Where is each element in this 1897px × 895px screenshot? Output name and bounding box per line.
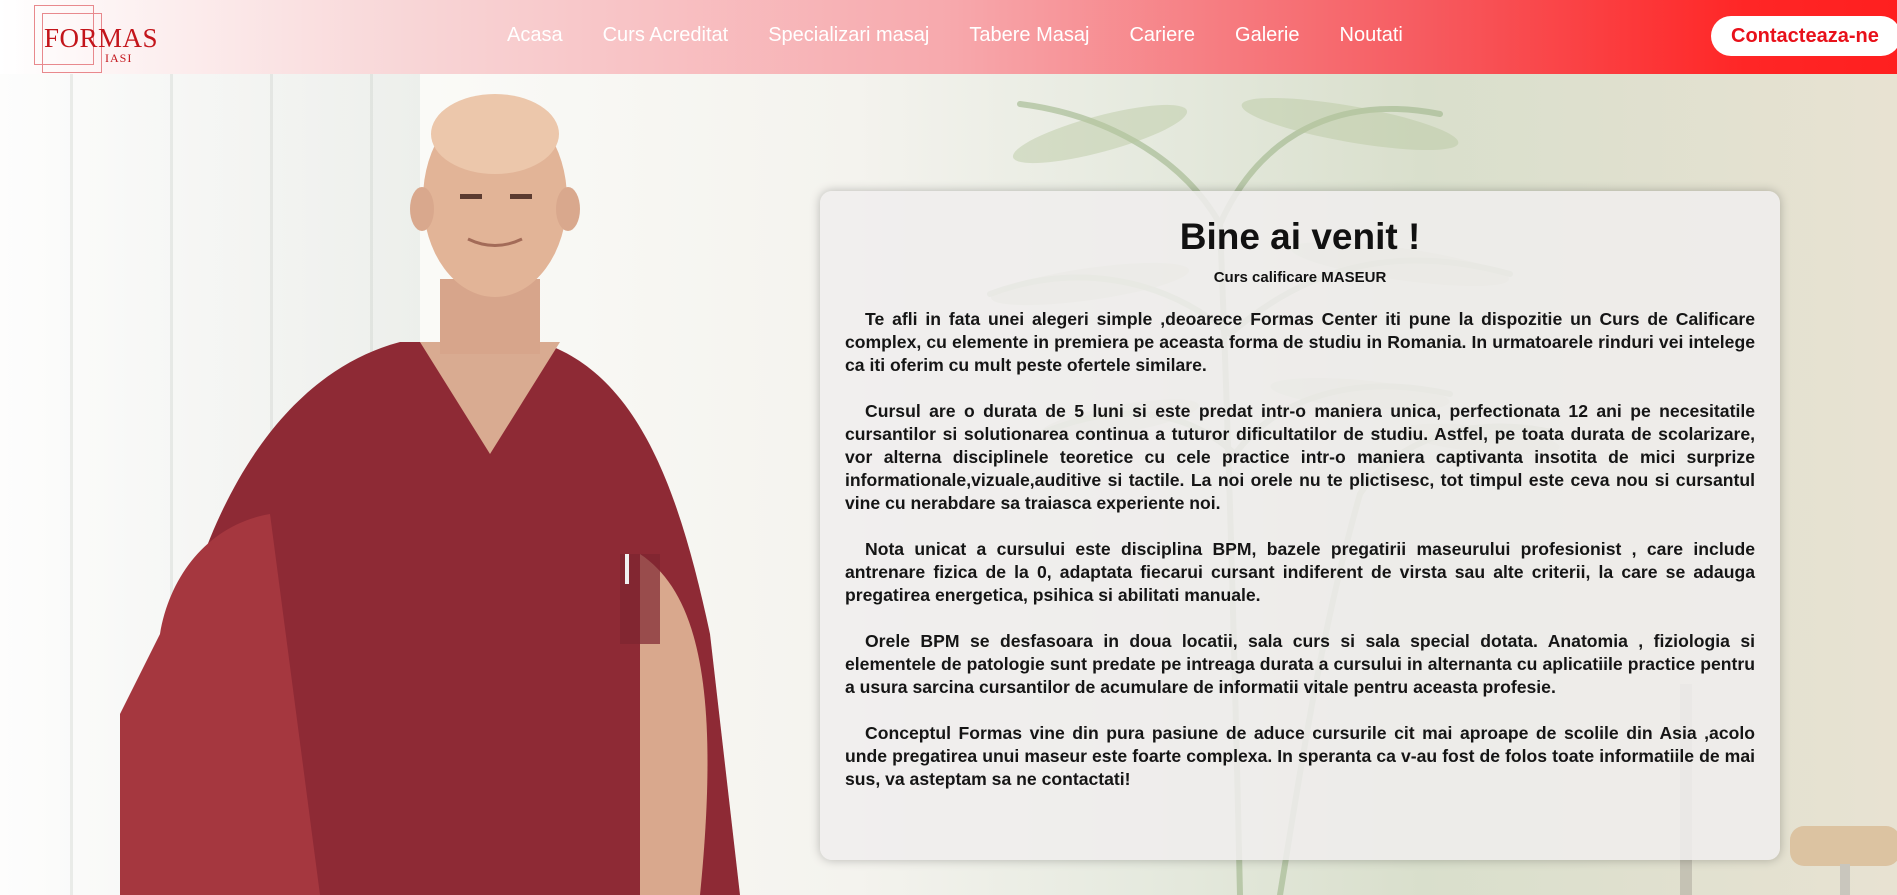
- nav-item-tabere-masaj[interactable]: Tabere Masaj: [969, 24, 1089, 47]
- logo-city: IASI: [105, 51, 133, 65]
- massage-stool-image: [1790, 826, 1897, 866]
- contact-button[interactable]: Contacteaza-ne: [1711, 16, 1897, 56]
- nav-item-specializari-masaj[interactable]: Specializari masaj: [768, 24, 929, 47]
- nav-item-noutati[interactable]: Noutati: [1340, 24, 1403, 47]
- nav-item-galerie[interactable]: Galerie: [1235, 24, 1299, 47]
- massage-stool-leg: [1840, 864, 1850, 895]
- nav-item-acasa[interactable]: Acasa: [507, 24, 563, 47]
- welcome-card: Bine ai venit ! Curs calificare MASEUR T…: [820, 191, 1780, 860]
- welcome-paragraph: Nota unicat a cursului este disciplina B…: [845, 538, 1755, 605]
- welcome-paragraph: Te afli in fata unei alegeri simple ,deo…: [845, 308, 1755, 375]
- instructor-photo-icon: [120, 94, 740, 895]
- formas-logo[interactable]: FORMAS IASI: [30, 5, 158, 73]
- logo-wordmark: FORMAS: [44, 23, 159, 53]
- nav-item-curs-acreditat[interactable]: Curs Acreditat: [603, 24, 729, 47]
- site-header: FORMAS IASI Acasa Curs Acreditat Special…: [0, 0, 1897, 74]
- nav-item-cariere[interactable]: Cariere: [1129, 24, 1195, 47]
- window-blind-line: [70, 74, 73, 895]
- welcome-title: Bine ai venit !: [1179, 216, 1421, 257]
- welcome-paragraph: Conceptul Formas vine din pura pasiune d…: [845, 722, 1755, 789]
- welcome-paragraph: Orele BPM se desfasoara in doua locatii,…: [845, 630, 1755, 697]
- course-subtitle: Curs calificare MASEUR: [1213, 268, 1387, 286]
- welcome-paragraph: Cursul are o durata de 5 luni si este pr…: [845, 400, 1755, 513]
- main-nav: Acasa Curs Acreditat Specializari masaj …: [507, 0, 1443, 70]
